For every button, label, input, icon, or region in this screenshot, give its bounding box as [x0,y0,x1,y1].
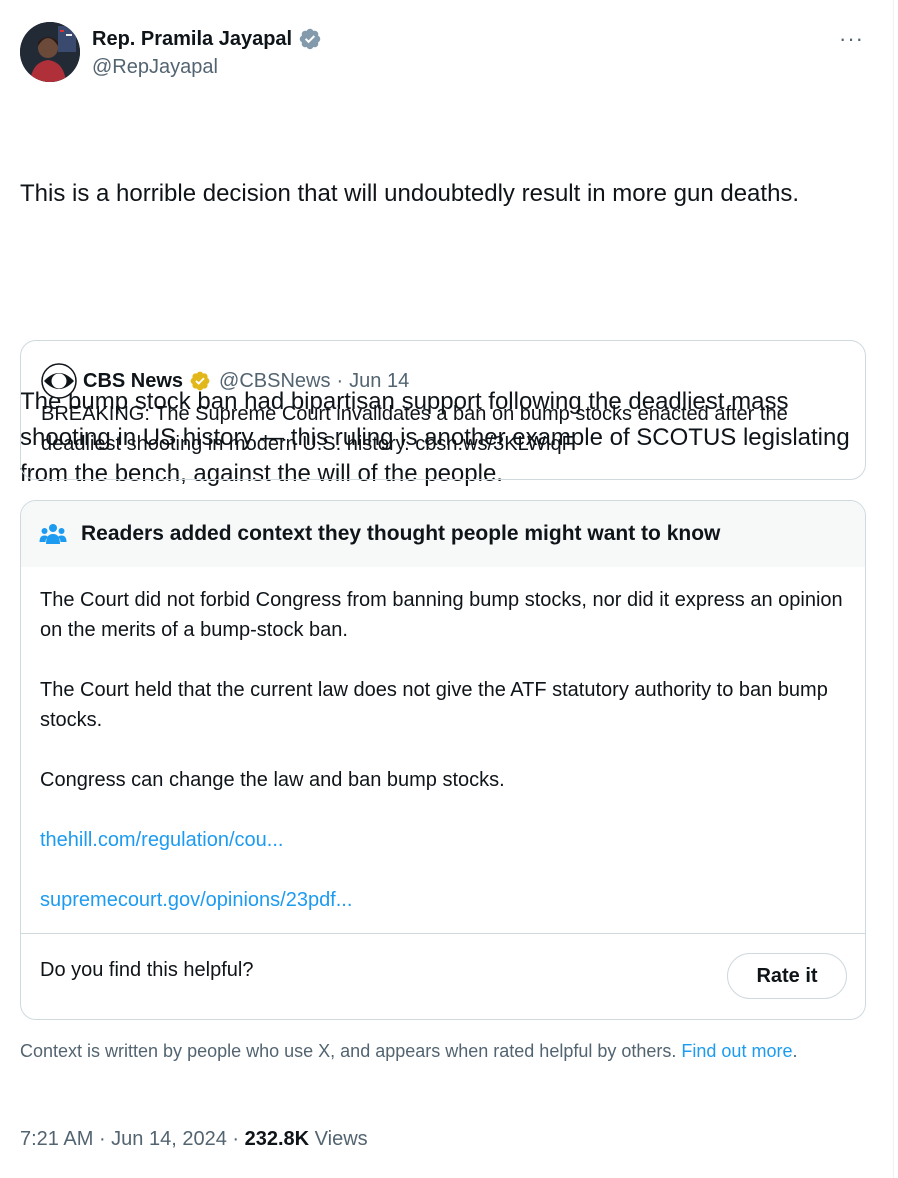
community-note-body: The Court did not forbid Congress from b… [40,585,850,945]
note-paragraph: Congress can change the law and ban bump… [40,769,505,791]
divider [21,933,865,934]
separator-dot: · [93,1128,112,1150]
verified-badge-icon [299,28,321,50]
author-handle[interactable]: @RepJayapal [92,56,218,79]
context-text: Context is written by people who use X, … [20,1041,682,1061]
cbs-logo-icon [41,363,77,399]
gold-verified-badge-icon [190,371,210,391]
note-paragraph: The Court did not forbid Congress from b… [40,589,843,641]
quote-author-handle: @CBSNews [219,369,331,392]
views-label: Views [309,1128,368,1150]
quote-author-name: CBS News [83,369,184,392]
timeline-border [893,0,894,1178]
community-note-header: Readers added context they thought peopl… [21,501,865,567]
note-link-thehill[interactable]: thehill.com/regulation/cou... [40,825,850,855]
community-note: Readers added context they thought peopl… [20,500,866,1020]
quote-date: Jun 14 [349,369,410,392]
tweet-date[interactable]: Jun 14, 2024 [111,1128,227,1150]
views-count: 232.8K [244,1128,310,1150]
avatar[interactable] [20,22,80,82]
separator-dot: · [226,1128,245,1150]
separator-dot: · [336,369,344,392]
quote-text: BREAKING: The Supreme Court invalidates … [41,403,788,455]
people-icon [39,524,67,544]
avatar-photo [20,22,80,82]
helpful-question: Do you find this helpful? [40,959,254,981]
find-out-more-link[interactable]: Find out more [681,1041,792,1061]
tweet-header: Rep. Pramila Jayapal @RepJayapal ··· [20,22,870,84]
context-suffix: . [792,1041,798,1061]
rate-it-button[interactable]: Rate it [727,953,847,999]
tweet-time[interactable]: 7:21 AM [20,1128,93,1150]
author-name[interactable]: Rep. Pramila Jayapal [92,28,292,51]
community-note-title: Readers added context they thought peopl… [81,522,721,545]
more-dots-icon[interactable]: ··· [839,26,864,52]
tweet-paragraph: This is a horrible decision that will un… [20,180,800,207]
tweet-meta: 7:21 AM · Jun 14, 2024 · 232.8K Views [20,1128,368,1151]
quoted-tweet[interactable]: CBS News @CBSNews · Jun 14 BREAKING: The… [20,340,866,480]
note-link-supremecourt[interactable]: supremecourt.gov/opinions/23pdf... [40,885,850,915]
note-paragraph: The Court held that the current law does… [40,679,828,731]
context-footer: Context is written by people who use X, … [20,1038,870,1064]
